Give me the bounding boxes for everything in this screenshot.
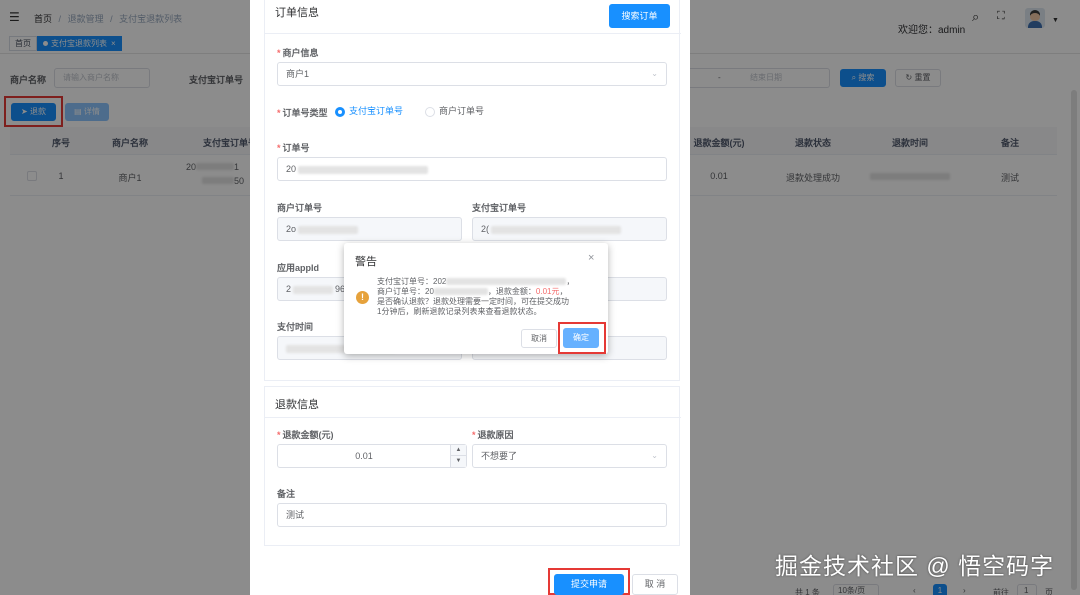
merchant-order-input[interactable]: 2o — [277, 217, 462, 241]
radio-merchant-order[interactable]: 商户订单号 — [425, 104, 484, 117]
dialog-message: 支付宝订单号：202， 商户订单号：20 ，退款金额：0.01元， 是否确认退款？… — [377, 277, 605, 317]
order-type-text: 订单号类型 — [282, 108, 328, 118]
refund-section-title: 退款信息 — [275, 399, 319, 411]
refund-reason-select[interactable]: 不想要了 ⌄ — [472, 444, 667, 468]
refund-amount-text: 退款金额(元) — [282, 430, 334, 440]
chevron-down-icon: ⌄ — [651, 69, 658, 78]
merchant-order-value: 2o — [286, 224, 297, 234]
order-no-value: 20 — [286, 164, 297, 174]
appid-label: 应用appId — [277, 263, 319, 273]
radio-alipay-order[interactable]: 支付宝订单号 — [335, 104, 403, 117]
pay-time-label: 支付时间 — [277, 322, 314, 332]
msg-merchant-order: 商户订单号：20 — [377, 287, 434, 296]
chevron-down-icon: ⌄ — [651, 451, 658, 460]
alipay-order-value: 2( — [481, 224, 490, 234]
order-no-label: * 订单号 — [277, 143, 310, 153]
refund-reason-value: 不想要了 — [481, 451, 518, 461]
stepper-up-icon[interactable]: ▲ — [450, 445, 466, 456]
merchant-select-value: 商户1 — [286, 69, 310, 79]
alipay-order-label: 支付宝订单号 — [472, 203, 527, 213]
merchant-info-label: * 商户信息 — [277, 48, 319, 58]
warning-icon: ! — [356, 291, 369, 304]
search-order-button[interactable]: 搜索订单 — [609, 4, 670, 28]
msg-amount-label: ，退款金额： — [487, 287, 536, 296]
note-label: 备注 — [277, 489, 296, 499]
refund-reason-label: * 退款原因 — [472, 430, 514, 440]
msg-comma: ， — [566, 277, 575, 286]
radio-alipay-label: 支付宝订单号 — [349, 106, 404, 116]
refund-amount-label: * 退款金额(元) — [277, 430, 334, 440]
msg-line4: 1分钟后，刷新退款记录列表来查看退款状态。 — [377, 307, 542, 316]
msg-amount: 0.01元 — [535, 287, 560, 296]
watermark: 掘金技术社区 @ 悟空码字 — [775, 553, 1055, 579]
alipay-order-input[interactable]: 2( — [472, 217, 667, 241]
msg-line3: 是否确认退款？退款处理需要一定时间，可在提交成功 — [377, 297, 569, 306]
warning-dialog: 警告 × ! 支付宝订单号：202， 商户订单号：20 ，退款金额：0.01元， … — [344, 243, 608, 354]
dialog-title: 警告 — [355, 256, 377, 268]
refund-info-card: 退款信息 * 退款金额(元) 0.01 ▲ ▼ * 退款原因 不想要了 ⌄ 备注 测… — [264, 386, 681, 546]
order-no-input[interactable]: 20 — [277, 157, 667, 181]
refund-amount-value: 0.01 — [355, 451, 373, 461]
merchant-info-text: 商户信息 — [282, 48, 319, 58]
radio-merchant-label: 商户订单号 — [439, 106, 485, 116]
cancel-button[interactable]: 取 消 — [632, 574, 678, 595]
msg-comma: ， — [559, 287, 568, 296]
order-no-text: 订单号 — [282, 143, 310, 153]
radio-unchecked-icon — [425, 106, 435, 117]
order-section-title: 订单信息 — [275, 7, 319, 19]
order-type-label: * 订单号类型 — [277, 108, 328, 118]
merchant-select[interactable]: 商户1 ⌄ — [277, 62, 667, 86]
close-icon[interactable]: × — [588, 252, 594, 264]
refund-reason-text: 退款原因 — [477, 430, 514, 440]
note-input[interactable]: 测试 — [277, 503, 667, 527]
appid-value: 2 — [286, 284, 292, 294]
dialog-cancel-button[interactable]: 取消 — [521, 329, 557, 348]
refund-amount-input[interactable]: 0.01 ▲ ▼ — [277, 444, 467, 468]
msg-alipay-order: 支付宝订单号：202 — [377, 277, 447, 286]
stepper-down-icon[interactable]: ▼ — [450, 456, 466, 467]
merchant-order-label: 商户订单号 — [277, 203, 323, 213]
dialog-confirm-button[interactable]: 确定 — [563, 328, 599, 348]
submit-button[interactable]: 提交申请 — [554, 574, 624, 595]
radio-checked-icon — [335, 106, 345, 117]
